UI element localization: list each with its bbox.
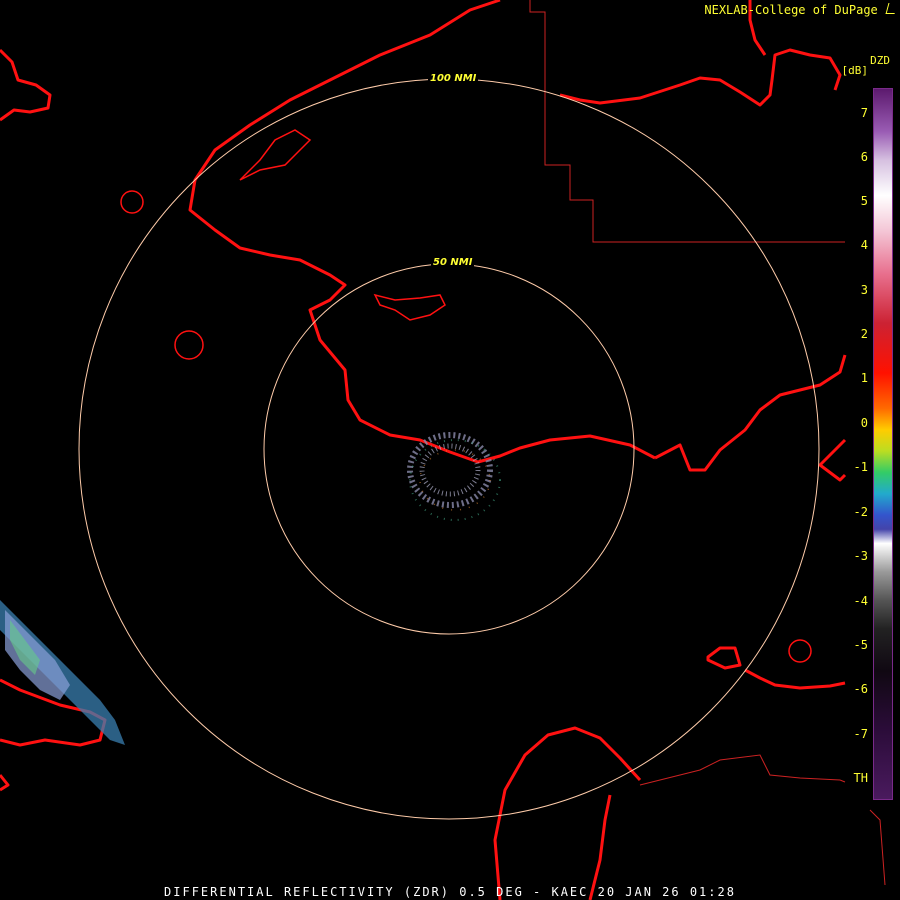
product-caption: DIFFERENTIAL REFLECTIVITY (ZDR) 0.5 DEG … (164, 885, 736, 899)
legend-tick: 6 (860, 150, 868, 164)
range-ring-100 (78, 78, 820, 820)
radar-echoes-southwest (0, 600, 125, 745)
radar-display: 50 NMI 100 NMI NEXLAB-College of DuPage … (0, 0, 900, 900)
political-boundaries (529, 0, 886, 886)
logo-icon (885, 3, 898, 14)
legend-tick: -1 (853, 460, 868, 474)
legend-tick: 0 (860, 416, 868, 430)
credit-text: NEXLAB-College of DuPage (704, 3, 878, 17)
credit-label: NEXLAB-College of DuPage (704, 3, 898, 17)
legend-tick: 3 (860, 283, 868, 297)
range-ring-label-50: 50 NMI (431, 257, 475, 268)
legend-tick: -7 (853, 727, 868, 741)
legend-tick: -3 (853, 549, 868, 563)
legend-color-bar (873, 88, 893, 800)
legend-tick: 1 (860, 371, 868, 385)
range-ring-50 (263, 263, 635, 635)
radar-echoes-center (407, 432, 501, 521)
legend-product: DZD (870, 54, 890, 67)
range-rings (78, 78, 820, 820)
legend-tick: TH (853, 771, 868, 785)
legend-tick: 5 (860, 194, 868, 208)
legend-tick: 2 (860, 327, 868, 341)
legend-tick: -4 (853, 594, 868, 608)
legend-tick: -5 (853, 638, 868, 652)
legend-tick: 4 (860, 238, 868, 252)
legend-tick: -2 (853, 505, 868, 519)
legend-tick: -6 (853, 682, 868, 696)
range-ring-label-100: 100 NMI (428, 73, 479, 84)
legend-tick: 7 (860, 106, 868, 120)
legend-unit: [dB] (841, 64, 869, 77)
radar-map (0, 0, 886, 900)
coastlines (0, 0, 847, 900)
lake-outlines (120, 129, 812, 663)
